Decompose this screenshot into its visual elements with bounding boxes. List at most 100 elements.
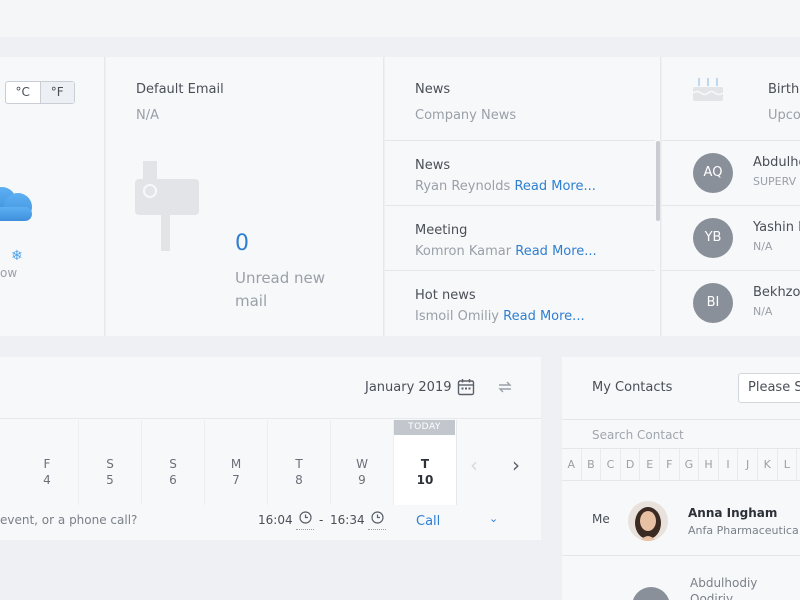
birthday-role: N/A xyxy=(753,240,773,253)
celsius-button[interactable]: °C xyxy=(6,82,40,103)
cloud-icon xyxy=(0,187,32,221)
time-separator: - xyxy=(319,513,324,527)
calendar-month[interactable]: January 2019 xyxy=(365,380,452,395)
sync-icon[interactable] xyxy=(496,378,514,396)
read-more-link[interactable]: Read More... xyxy=(503,309,584,324)
email-card: Default Email N/A 0 Unread new mail xyxy=(106,57,384,336)
birthdays-card: Birth Upco AQ Abdulho SUPERV YB Yashin E… xyxy=(662,57,800,336)
unread-mail-count: 0 xyxy=(235,231,249,256)
unread-mail-label: Unread new mail xyxy=(235,269,326,310)
contacts-filter-select[interactable]: Please Se xyxy=(738,373,800,403)
news-item-title: Hot news xyxy=(415,288,476,303)
day-number: 10 xyxy=(416,473,434,487)
news-item-author: Ismoil Omiliy xyxy=(415,309,500,324)
calendar-day[interactable]: M 7 xyxy=(205,420,268,505)
temperature-unit-toggle[interactable]: °C °F xyxy=(5,81,75,104)
news-item-title: Meeting xyxy=(415,223,468,238)
calendar-day[interactable]: S 5 xyxy=(79,420,142,505)
alpha-letter[interactable]: D xyxy=(621,449,641,480)
read-more-link[interactable]: Read More... xyxy=(515,244,596,259)
calendar-day[interactable]: T 8 xyxy=(268,420,331,505)
time-from[interactable]: 16:04 xyxy=(258,513,293,527)
birthday-role: SUPERV xyxy=(753,175,797,188)
birthday-row[interactable]: BI Bekhzo N/A xyxy=(662,270,800,335)
day-letter: F xyxy=(43,457,51,471)
avatar: YB xyxy=(693,218,733,258)
news-card-subtitle: Company News xyxy=(415,108,517,123)
weather-condition: ow xyxy=(0,266,18,280)
calendar-icon[interactable] xyxy=(457,378,475,396)
alpha-letter[interactable]: K xyxy=(758,449,778,480)
contacts-card: My Contacts Please Se Search Contact A B… xyxy=(562,357,800,600)
calendar-day[interactable]: S 6 xyxy=(142,420,205,505)
alpha-letter[interactable]: J xyxy=(738,449,758,480)
news-item[interactable]: Meeting Komron Kamar Read More... xyxy=(385,205,655,270)
birthday-row[interactable]: AQ Abdulho SUPERV xyxy=(662,140,800,205)
me-label: Me xyxy=(592,512,610,526)
email-address: N/A xyxy=(136,108,159,123)
news-item-author: Ryan Reynolds xyxy=(415,179,511,194)
email-card-title: Default Email xyxy=(136,82,224,97)
day-number: 4 xyxy=(43,473,51,487)
birthday-name: Bekhzo xyxy=(753,285,800,300)
chevron-right-icon[interactable]: › xyxy=(512,453,520,477)
contact-name: Abdulhodiy Qodiriy xyxy=(690,576,758,600)
birthday-name: Yashin E xyxy=(753,220,800,235)
news-item[interactable]: News Ryan Reynolds Read More... xyxy=(385,140,655,205)
alpha-letter[interactable]: G xyxy=(680,449,700,480)
contact-row-me[interactable]: Me Anna Ingham Anfa Pharmaceutica xyxy=(562,481,800,556)
weather-card: °C °F ❄ ow xyxy=(0,57,105,336)
chevron-down-icon[interactable]: ⌄ xyxy=(489,512,498,525)
news-card: News Company News News Ryan Reynolds Rea… xyxy=(385,57,661,336)
news-item[interactable]: Hot news Ismoil Omiliy Read More... xyxy=(385,270,655,335)
contacts-title: My Contacts xyxy=(592,380,673,395)
alpha-letter[interactable]: H xyxy=(699,449,719,480)
avatar: AQ xyxy=(693,153,733,193)
cake-icon xyxy=(693,78,723,101)
news-scrollbar[interactable] xyxy=(656,141,660,221)
read-more-link[interactable]: Read More... xyxy=(514,179,595,194)
birthday-name: Abdulho xyxy=(753,155,800,170)
contact-company: Anfa Pharmaceutica xyxy=(688,524,799,537)
fahrenheit-button[interactable]: °F xyxy=(39,82,74,103)
avatar xyxy=(632,587,670,600)
alpha-letter[interactable]: F xyxy=(660,449,680,480)
birthdays-card-title: Birth xyxy=(768,82,800,97)
time-to[interactable]: 16:34 xyxy=(330,513,365,527)
contact-name: Anna Ingham xyxy=(688,506,778,520)
calendar-day[interactable]: W 9 xyxy=(331,420,394,505)
event-input[interactable]: event, or a phone call? xyxy=(0,513,137,527)
search-contact-input[interactable]: Search Contact xyxy=(562,419,800,449)
time-from-underline xyxy=(296,529,314,530)
contact-row[interactable]: Abdulhodiy Qodiriy xyxy=(562,557,800,600)
snowflake-icon: ❄ xyxy=(11,248,23,264)
day-number: 6 xyxy=(169,473,177,487)
day-letter: M xyxy=(230,457,242,471)
alpha-letter[interactable]: E xyxy=(640,449,660,480)
alpha-letter[interactable]: I xyxy=(719,449,739,480)
calendar-day[interactable]: F 4 xyxy=(16,420,79,505)
day-letter: S xyxy=(169,457,177,471)
event-type-select[interactable]: Call xyxy=(416,514,440,529)
chevron-left-icon[interactable]: ‹ xyxy=(470,453,478,477)
day-letter: T xyxy=(295,457,303,471)
news-item-author: Komron Kamar xyxy=(415,244,512,259)
calendar-header: January 2019 xyxy=(0,357,541,419)
day-number: 8 xyxy=(295,473,303,487)
alphabet-filter: A B C D E F G H I J K L M xyxy=(562,449,800,481)
news-item-title: News xyxy=(415,158,451,173)
today-badge: TODAY xyxy=(394,420,455,435)
news-card-title: News xyxy=(415,82,451,97)
calendar-card: January 2019 F 4 S 5 S 6 M 7 T 8 W 9 TOD… xyxy=(0,357,541,540)
alpha-letter[interactable]: C xyxy=(601,449,621,480)
calendar-day-today[interactable]: TODAY T 10 xyxy=(394,420,457,505)
alpha-letter[interactable]: B xyxy=(582,449,602,480)
clock-icon[interactable] xyxy=(299,511,312,524)
birthday-row[interactable]: YB Yashin E N/A xyxy=(662,205,800,270)
day-number: 9 xyxy=(358,473,366,487)
alpha-letter[interactable]: A xyxy=(562,449,582,480)
alpha-letter[interactable]: L xyxy=(778,449,798,480)
avatar xyxy=(628,501,668,541)
clock-icon[interactable] xyxy=(371,511,384,524)
day-letter: S xyxy=(106,457,114,471)
